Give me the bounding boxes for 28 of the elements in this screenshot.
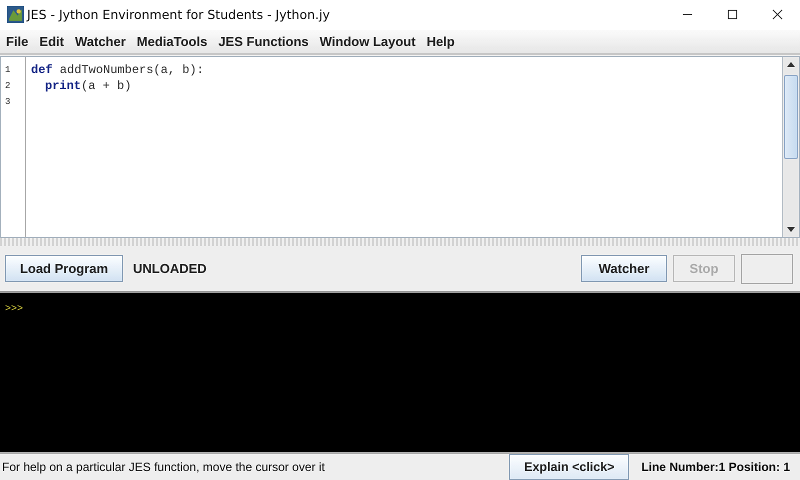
menu-item[interactable]: Watcher (70, 34, 133, 49)
load-program-button[interactable]: Load Program (5, 255, 123, 282)
menu-item[interactable]: File (2, 34, 36, 49)
menu-item[interactable]: Window Layout (316, 34, 423, 49)
explain-button[interactable]: Explain <click> (509, 454, 630, 480)
scrollbar[interactable] (782, 56, 799, 238)
down-arrow-icon[interactable] (787, 226, 795, 232)
window-title: JES - Jython Environment for Students - Jython.jy (27, 7, 330, 22)
menu-item[interactable]: MediaTools (132, 34, 214, 49)
maximize-icon[interactable] (727, 9, 738, 20)
toolbar-button[interactable]: Watcher (581, 255, 667, 282)
help-text: For help on a particular JES function, move the cursor over it (2, 460, 325, 474)
empty-panel (741, 254, 793, 284)
code-line: print(a + b) (45, 78, 132, 93)
code-line: def addTwoNumbers(a, b): (31, 62, 204, 77)
app-icon (7, 6, 24, 24)
load-status: UNLOADED (133, 261, 207, 276)
scroll-thumb[interactable] (784, 74, 798, 159)
menu-item[interactable]: Help (422, 34, 462, 49)
line-number: 2 (4, 80, 12, 93)
line-number: 3 (4, 96, 12, 109)
menu-item[interactable]: JES Functions (214, 34, 316, 49)
cursor-position: Line Number:1 Position: 1 (641, 460, 790, 474)
menu-item[interactable]: Edit (35, 34, 71, 49)
close-icon[interactable] (772, 9, 783, 20)
line-number: 1 (4, 64, 12, 77)
console-prompt: >>> (5, 304, 24, 316)
up-arrow-icon[interactable] (787, 62, 795, 68)
